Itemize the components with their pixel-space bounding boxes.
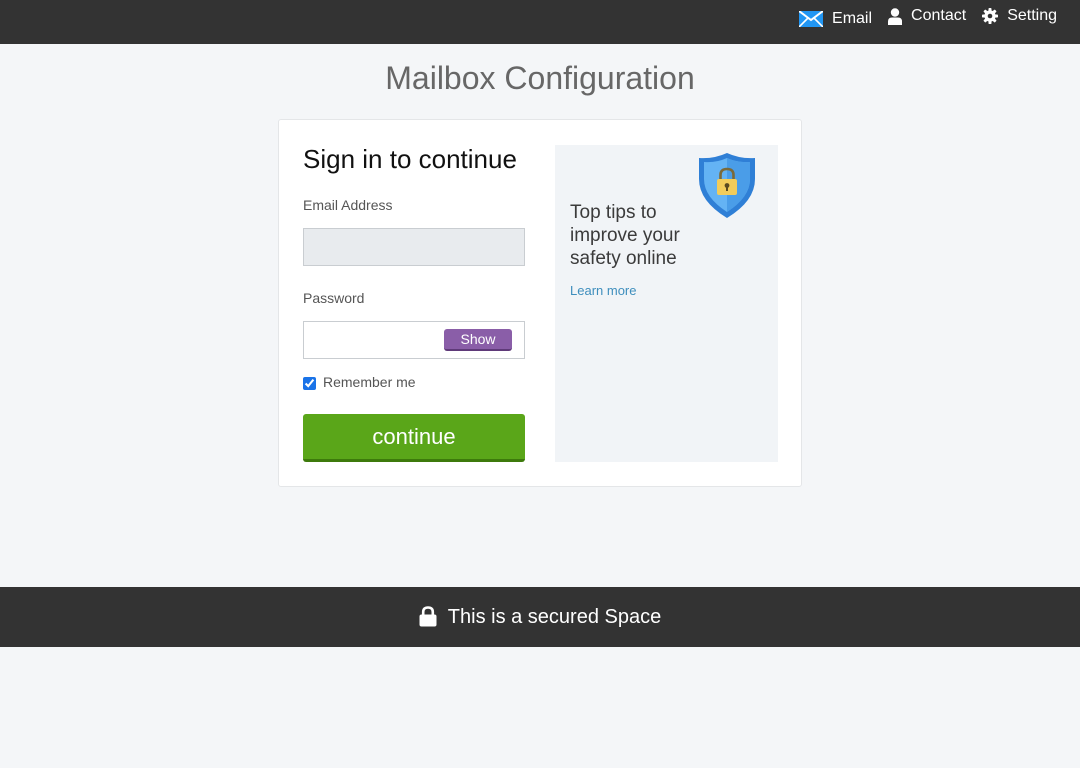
password-field-wrapper: Show	[303, 321, 525, 359]
password-field[interactable]	[304, 322, 440, 358]
page-title: Mailbox Configuration	[385, 60, 695, 96]
remember-me-label: Remember me	[323, 374, 416, 390]
safety-tips-panel: Top tips to improve your safety online L…	[555, 145, 778, 462]
nav-email-link[interactable]: Email	[799, 10, 872, 28]
show-password-button[interactable]: Show	[444, 329, 512, 351]
remember-me-checkbox[interactable]	[303, 377, 316, 390]
top-nav: Email Contact Setting	[783, 0, 1057, 44]
email-field[interactable]	[303, 228, 525, 266]
password-label: Password	[303, 290, 365, 306]
nav-contact-link[interactable]: Contact	[888, 7, 966, 25]
shield-lock-icon	[696, 151, 758, 221]
nav-email-label: Email	[832, 10, 873, 27]
learn-more-link[interactable]: Learn more	[570, 283, 636, 298]
nav-setting-label: Setting	[1007, 7, 1057, 24]
footer-secured-text: This is a secured Space	[447, 605, 662, 628]
nav-contact-label: Contact	[911, 7, 967, 24]
envelope-icon	[799, 11, 824, 27]
remember-me-row: Remember me	[303, 374, 416, 390]
email-label: Email Address	[303, 197, 393, 213]
top-bar: Email Contact Setting	[0, 0, 1080, 44]
signin-heading: Sign in to continue	[303, 144, 517, 174]
signin-card: Sign in to continue Email Address Passwo…	[278, 119, 802, 487]
user-icon	[888, 7, 903, 25]
safety-tips-text: Top tips to improve your safety online	[570, 202, 680, 269]
continue-button[interactable]: continue	[303, 414, 525, 462]
nav-setting-link[interactable]: Setting	[982, 7, 1057, 25]
footer-bar: This is a secured Space	[0, 587, 1080, 647]
lock-icon	[419, 605, 437, 627]
gear-icon	[982, 8, 999, 24]
